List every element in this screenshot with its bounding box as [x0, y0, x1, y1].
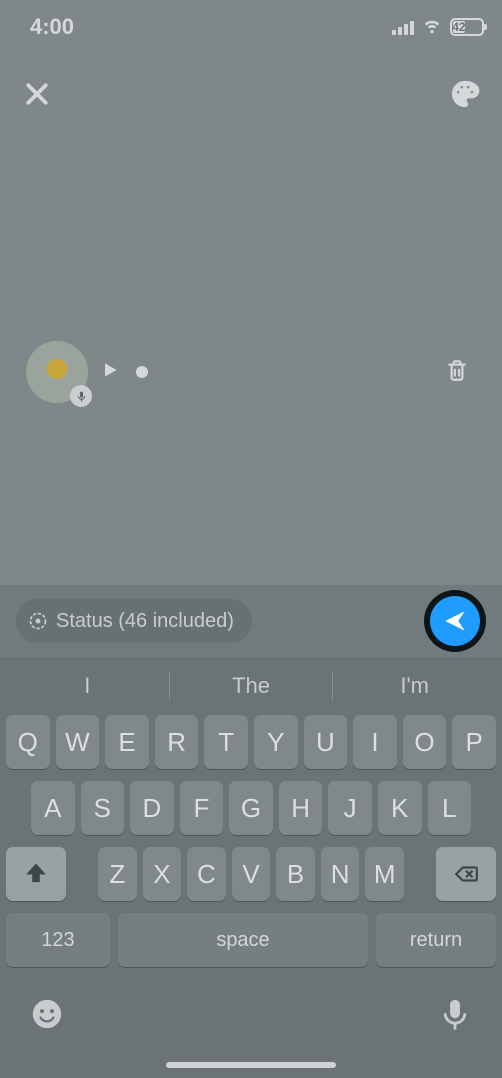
key-return[interactable]: return — [376, 913, 496, 967]
clock: 4:00 — [30, 14, 74, 40]
key-shift[interactable] — [6, 847, 66, 901]
emoji-button[interactable] — [30, 997, 64, 1036]
key-r[interactable]: R — [155, 715, 199, 769]
avatar — [26, 341, 88, 403]
status-right: 42 — [392, 13, 484, 41]
suggestion-1[interactable]: I — [6, 673, 169, 699]
key-t[interactable]: T — [204, 715, 248, 769]
status-recipient-chip[interactable]: Status (46 included) — [16, 599, 252, 643]
battery-fill: 42 — [453, 21, 465, 33]
key-d[interactable]: D — [130, 781, 174, 835]
key-y[interactable]: Y — [254, 715, 298, 769]
key-row-2: A S D F G H J K L — [6, 781, 496, 835]
key-w[interactable]: W — [56, 715, 100, 769]
send-icon — [442, 608, 468, 634]
mic-badge-icon — [70, 385, 92, 407]
suggestion-3[interactable]: I'm — [333, 673, 496, 699]
key-s[interactable]: S — [81, 781, 125, 835]
key-o[interactable]: O — [403, 715, 447, 769]
send-button[interactable] — [424, 590, 486, 652]
key-backspace[interactable] — [436, 847, 496, 901]
voice-status-compose-screen: 4:00 42 — [0, 0, 502, 1078]
key-e[interactable]: E — [105, 715, 149, 769]
voice-note-preview — [26, 336, 476, 408]
keyboard: I The I'm Q W E R T Y U I O P A S D F G … — [0, 657, 502, 1078]
play-button[interactable] — [100, 360, 120, 385]
key-m[interactable]: M — [365, 847, 404, 901]
battery-icon: 42 — [450, 18, 484, 36]
key-u[interactable]: U — [304, 715, 348, 769]
key-k[interactable]: K — [378, 781, 422, 835]
key-z[interactable]: Z — [98, 847, 137, 901]
dictation-button[interactable] — [438, 997, 472, 1036]
recipient-label: Status (46 included) — [56, 610, 234, 633]
playback-progress-dot[interactable] — [136, 366, 148, 378]
key-n[interactable]: N — [321, 847, 360, 901]
delete-button[interactable] — [444, 357, 476, 388]
key-j[interactable]: J — [328, 781, 372, 835]
key-c[interactable]: C — [187, 847, 226, 901]
key-row-4: 123 space return — [6, 913, 496, 967]
status-bar: 4:00 42 — [0, 0, 502, 54]
key-x[interactable]: X — [143, 847, 182, 901]
recipient-bar: Status (46 included) — [0, 585, 502, 657]
keyboard-bottom-bar — [6, 981, 496, 1051]
wifi-icon — [421, 13, 443, 41]
status-ring-icon — [28, 611, 48, 631]
key-l[interactable]: L — [428, 781, 472, 835]
key-p[interactable]: P — [452, 715, 496, 769]
close-button[interactable] — [22, 79, 52, 114]
playback-track[interactable] — [160, 371, 432, 373]
key-numbers[interactable]: 123 — [6, 913, 110, 967]
key-a[interactable]: A — [31, 781, 75, 835]
compose-top-bar — [0, 72, 502, 120]
key-row-1: Q W E R T Y U I O P — [6, 715, 496, 769]
key-space[interactable]: space — [118, 913, 368, 967]
battery-pct: 42 — [452, 20, 465, 34]
suggestion-2[interactable]: The — [170, 673, 333, 699]
key-row-3: Z X C V B N M — [6, 847, 496, 901]
key-b[interactable]: B — [276, 847, 315, 901]
suggestion-bar: I The I'm — [6, 657, 496, 715]
key-h[interactable]: H — [279, 781, 323, 835]
key-i[interactable]: I — [353, 715, 397, 769]
key-f[interactable]: F — [180, 781, 224, 835]
cellular-signal-icon — [392, 19, 414, 35]
home-indicator[interactable] — [166, 1062, 336, 1068]
key-q[interactable]: Q — [6, 715, 50, 769]
key-v[interactable]: V — [232, 847, 271, 901]
color-palette-button[interactable] — [450, 79, 480, 114]
key-g[interactable]: G — [229, 781, 273, 835]
